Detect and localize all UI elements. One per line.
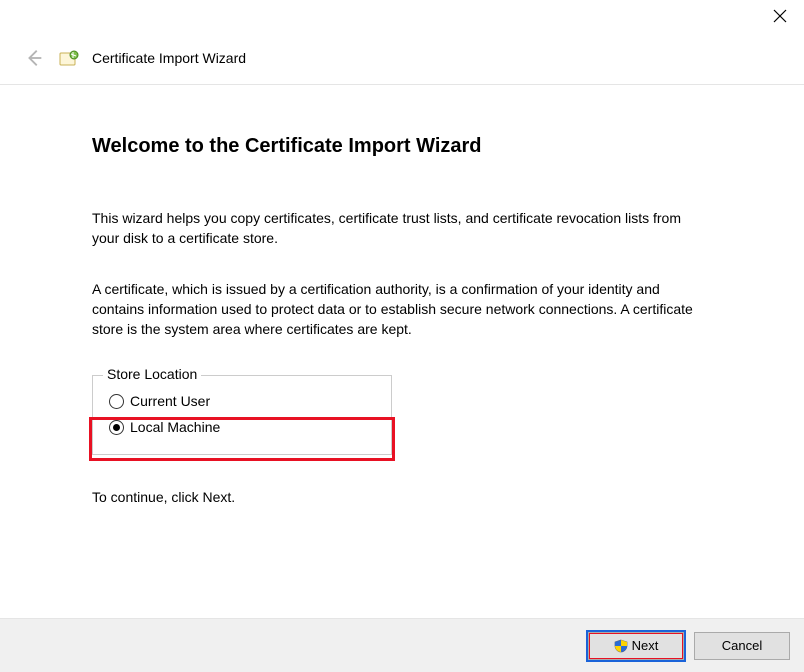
certificate-wizard-icon: [58, 47, 82, 69]
cancel-button[interactable]: Cancel: [694, 632, 790, 660]
continue-instruction: To continue, click Next.: [92, 489, 734, 505]
radio-local-machine[interactable]: Local Machine: [107, 414, 377, 440]
next-button[interactable]: Next: [588, 632, 684, 660]
page-title: Welcome to the Certificate Import Wizard: [92, 135, 734, 158]
uac-shield-icon: [614, 639, 628, 653]
radio-current-user[interactable]: Current User: [107, 388, 377, 414]
back-button[interactable]: [20, 44, 48, 72]
wizard-footer: Next Cancel: [0, 618, 804, 672]
radio-label-current-user: Current User: [130, 393, 210, 409]
intro-paragraph-2: A certificate, which is issued by a cert…: [92, 279, 712, 340]
cancel-button-label: Cancel: [722, 638, 762, 653]
store-location-legend: Store Location: [103, 366, 201, 382]
radio-icon: [109, 394, 124, 409]
radio-icon: [109, 420, 124, 435]
wizard-title: Certificate Import Wizard: [92, 50, 246, 66]
store-location-group: Store Location Current User Local Machin…: [92, 375, 392, 455]
intro-paragraph-1: This wizard helps you copy certificates,…: [92, 208, 712, 249]
wizard-header: Certificate Import Wizard: [0, 40, 804, 85]
close-button[interactable]: [772, 8, 790, 26]
radio-label-local-machine: Local Machine: [130, 419, 220, 435]
next-button-label: Next: [632, 638, 659, 653]
